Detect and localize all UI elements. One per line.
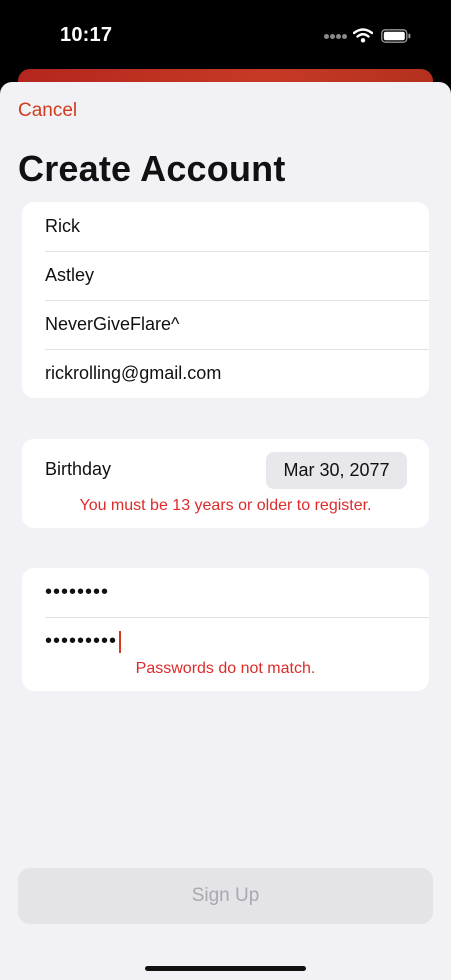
home-indicator <box>145 966 306 971</box>
sign-up-button[interactable]: Sign Up <box>18 868 433 924</box>
birthday-date-picker[interactable]: Mar 30, 2077 <box>266 452 407 489</box>
password-field[interactable]: •••••••• <box>22 568 429 617</box>
wifi-icon <box>353 28 373 43</box>
password-value: •••••••• <box>45 581 110 603</box>
first-name-field[interactable]: Rick <box>22 202 429 251</box>
status-time: 10:17 <box>60 24 113 46</box>
account-details-group: Rick Astley NeverGiveFlare^ rickrolling@… <box>22 202 429 398</box>
confirm-password-value: ••••••••• <box>45 630 118 652</box>
battery-icon <box>381 29 411 43</box>
age-error-message: You must be 13 years or older to registe… <box>79 497 372 514</box>
cellular-signal-icon <box>324 34 348 40</box>
email-field[interactable]: rickrolling@gmail.com <box>22 349 429 398</box>
password-group: •••••••• ••••••••• Passwords do not matc… <box>22 568 429 691</box>
birthday-label: Birthday <box>45 459 112 479</box>
password-error-message: Passwords do not match. <box>135 660 316 677</box>
status-bar: 10:17 <box>0 0 451 72</box>
confirm-password-field[interactable]: ••••••••• <box>22 617 429 666</box>
page-title: Create Account <box>18 148 286 189</box>
cancel-button[interactable]: Cancel <box>18 100 77 122</box>
username-field[interactable]: NeverGiveFlare^ <box>22 300 429 349</box>
birthday-group: Birthday Mar 30, 2077 You must be 13 yea… <box>22 439 429 528</box>
last-name-field[interactable]: Astley <box>22 251 429 300</box>
text-cursor <box>119 630 122 653</box>
